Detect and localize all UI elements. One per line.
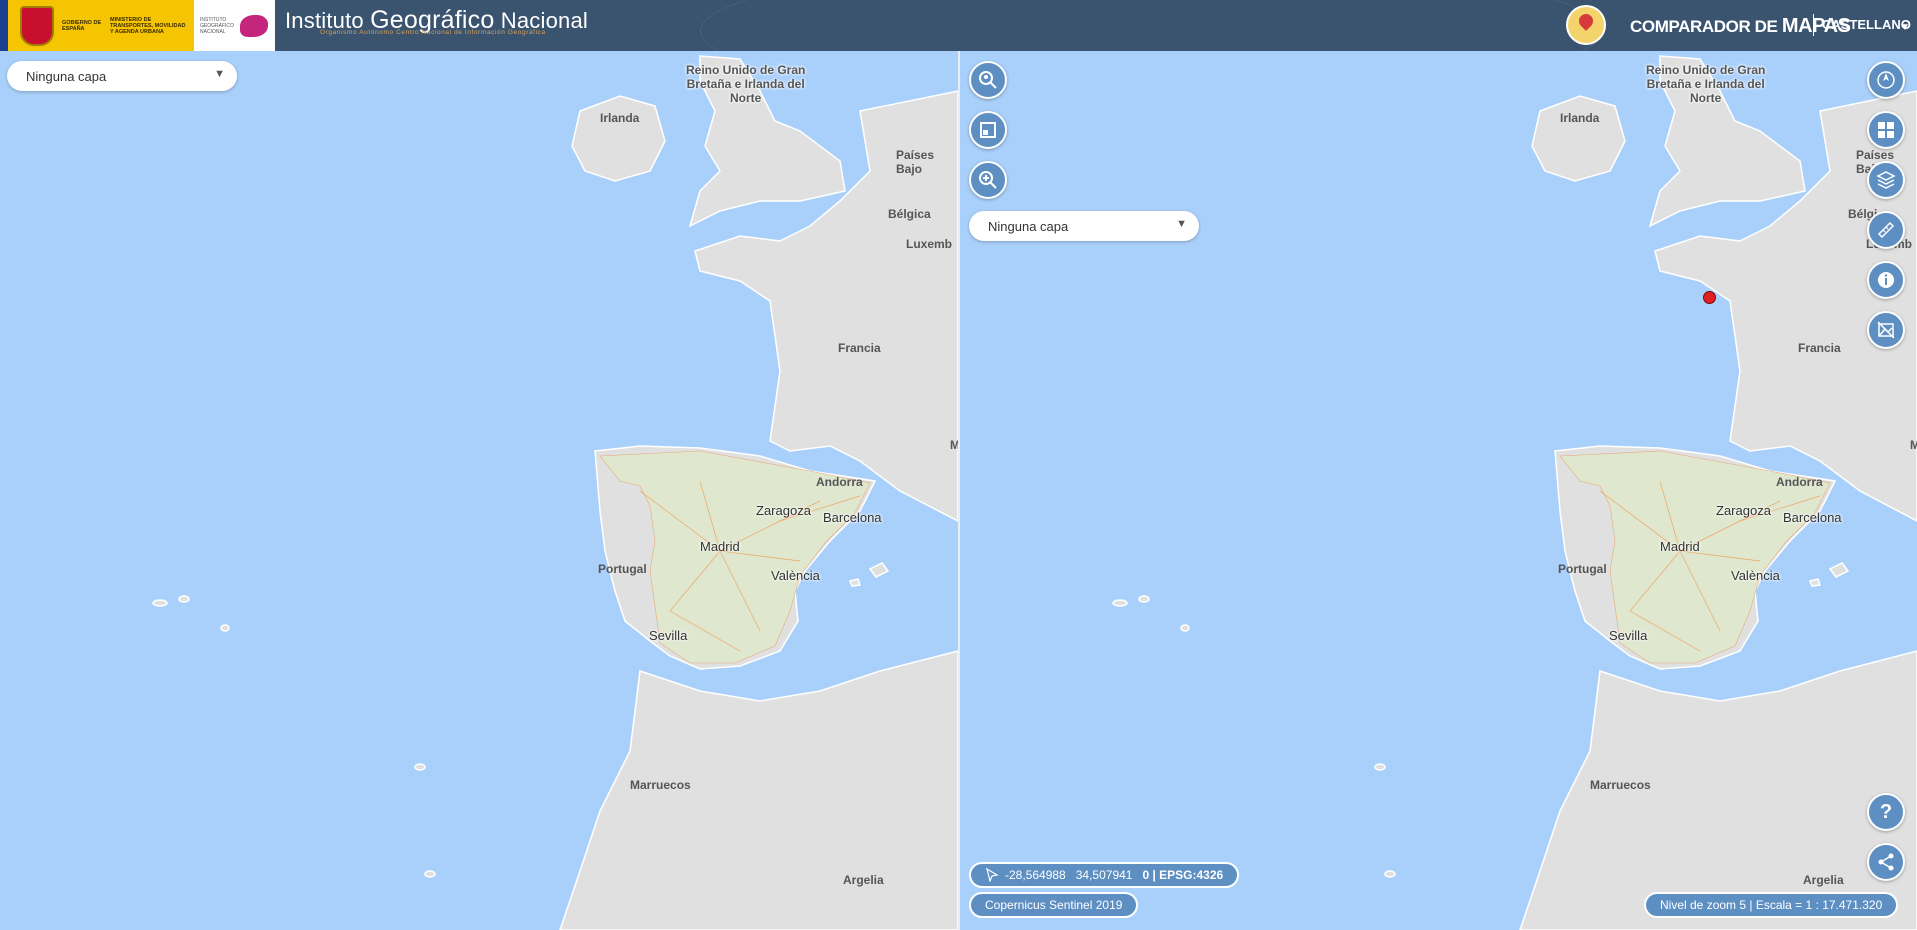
zoom-scale-display: Nivel de zoom 5 | Escala = 1 : 17.471.32…: [1644, 892, 1899, 918]
country-label-morocco: Marruecos: [630, 778, 691, 792]
country-label-monaco: M: [1910, 438, 1917, 452]
country-label-netherlands: Países Bajo: [896, 148, 935, 176]
city-label-madrid: Madrid: [1660, 539, 1700, 554]
language-select[interactable]: CASTELLANO: [1822, 17, 1911, 32]
info-icon: [1878, 272, 1894, 288]
right-map-canvas[interactable]: [960, 51, 1917, 930]
city-label-sevilla: Sevilla: [649, 628, 688, 643]
left-layer-select[interactable]: Ninguna capa ▼: [7, 61, 237, 91]
left-map-canvas[interactable]: [0, 51, 958, 930]
share-button[interactable]: [1867, 843, 1905, 881]
coord-lon: -28,564988: [1005, 868, 1066, 882]
app-title: COMPARADOR DE MAPAS: [1630, 15, 1851, 38]
country-label-luxembourg: Luxemb: [906, 237, 953, 251]
country-label-andorra: Andorra: [1776, 475, 1823, 489]
measure-button[interactable]: [1867, 211, 1905, 249]
chevron-down-icon[interactable]: ▼: [1900, 22, 1910, 33]
layers-button[interactable]: [1867, 161, 1905, 199]
uk-label-line: Reino Unido de Gran: [1646, 63, 1766, 77]
country-label-monaco: M: [950, 438, 958, 452]
left-layer-select-value: Ninguna capa: [26, 69, 107, 84]
country-label-portugal: Portugal: [598, 562, 647, 576]
country-label-france: Francia: [1798, 341, 1841, 355]
cursor-icon: [986, 868, 999, 882]
app-title-prefix: COMPARADOR DE: [1630, 17, 1778, 36]
city-label-barcelona: Barcelona: [823, 510, 882, 525]
right-layer-select-value: Ninguna capa: [988, 219, 1069, 234]
ruler-icon: [1877, 221, 1895, 239]
city-label-madrid: Madrid: [700, 539, 740, 554]
city-label-zaragoza: Zaragoza: [756, 503, 811, 518]
city-label-sevilla: Sevilla: [1609, 628, 1648, 643]
country-label-algeria: Argelia: [1803, 873, 1844, 887]
government-logo[interactable]: GOBIERNO DE ESPAÑA MINISTERIO DE TRANSPO…: [0, 0, 275, 51]
gov-text: GOBIERNO DE ESPAÑA: [62, 19, 102, 32]
north-compass-button[interactable]: [1867, 61, 1905, 99]
coat-of-arms-icon: [20, 5, 54, 46]
base-layer-attribution[interactable]: Copernicus Sentinel 2019: [969, 892, 1139, 918]
country-label-morocco: Marruecos: [1590, 778, 1651, 792]
country-label-uk: Reino Unido de Gran Bretaña e Irlanda de…: [686, 63, 805, 105]
grid-icon: [1878, 122, 1894, 138]
right-layer-select[interactable]: Ninguna capa ▼: [969, 211, 1199, 241]
left-map-panel[interactable]: Reino Unido de Gran Bretaña e Irlanda de…: [0, 51, 958, 930]
right-map-panel[interactable]: Reino Unido de Gran Bretaña e Irlanda de…: [960, 51, 1917, 930]
ign-small-text: INSTITUTO GEOGRÁFICO NACIONAL: [200, 16, 234, 35]
search-location-icon: [979, 71, 997, 89]
country-label-ireland: Irlanda: [600, 111, 640, 125]
ign-subtitle: Organismo Autónomo Centro Nacional de In…: [320, 29, 546, 36]
information-button[interactable]: [1867, 261, 1905, 299]
location-marker[interactable]: [1703, 291, 1716, 304]
compass-icon: [1877, 71, 1895, 89]
uk-label-line: Bretaña e Irlanda del: [1646, 77, 1765, 91]
share-icon: [1878, 853, 1894, 871]
help-icon: ?: [1879, 800, 1893, 823]
zoom-in-icon: [979, 171, 997, 189]
country-label-uk: Reino Unido de Gran Bretaña e Irlanda de…: [1646, 63, 1765, 105]
city-label-valencia: València: [771, 568, 820, 583]
help-button[interactable]: ?: [1867, 793, 1905, 831]
city-label-barcelona: Barcelona: [1783, 510, 1842, 525]
city-label-zaragoza: Zaragoza: [1716, 503, 1771, 518]
country-label-france: Francia: [838, 341, 881, 355]
eu-flag-icon: [0, 0, 8, 51]
uk-label-line: Bretaña e Irlanda del: [686, 77, 805, 91]
cnig-logo-icon: [240, 14, 268, 37]
full-extent-button[interactable]: [969, 111, 1007, 149]
country-label-belgium: Bélgica: [888, 207, 931, 221]
uk-label-line: Norte: [1690, 91, 1722, 105]
search-location-button[interactable]: [969, 61, 1007, 99]
ministry-text: MINISTERIO DE TRANSPORTES, MOVILIDAD Y A…: [110, 16, 186, 35]
uk-label-line: Reino Unido de Gran: [686, 63, 806, 77]
coord-rest: 0 | EPSG:4326: [1142, 868, 1224, 882]
app-logo-icon: [1566, 5, 1606, 45]
chevron-down-icon: ▼: [214, 68, 225, 80]
chevron-down-icon: ▼: [1176, 218, 1187, 230]
gov-spain-banner: GOBIERNO DE ESPAÑA MINISTERIO DE TRANSPO…: [8, 0, 194, 51]
uk-label-line: Norte: [730, 91, 762, 105]
layers-icon: [1876, 171, 1896, 189]
country-label-ireland: Irlanda: [1560, 111, 1600, 125]
country-label-andorra: Andorra: [816, 475, 863, 489]
print-map-button[interactable]: [1867, 311, 1905, 349]
compare-mode-button[interactable]: [1867, 111, 1905, 149]
country-label-algeria: Argelia: [843, 873, 884, 887]
country-label-portugal: Portugal: [1558, 562, 1607, 576]
language-separator: [1813, 14, 1814, 36]
zoom-in-button[interactable]: [969, 161, 1007, 199]
coordinates-display[interactable]: -28,564988 34,507941 0 | EPSG:4326: [969, 862, 1240, 888]
city-label-valencia: València: [1731, 568, 1780, 583]
header: GOBIERNO DE ESPAÑA MINISTERIO DE TRANSPO…: [0, 0, 1917, 51]
header-decoration: [700, 0, 1602, 51]
coord-lat: 34,507941: [1075, 868, 1133, 882]
image-off-icon: [1877, 321, 1895, 339]
extent-icon: [980, 122, 996, 138]
